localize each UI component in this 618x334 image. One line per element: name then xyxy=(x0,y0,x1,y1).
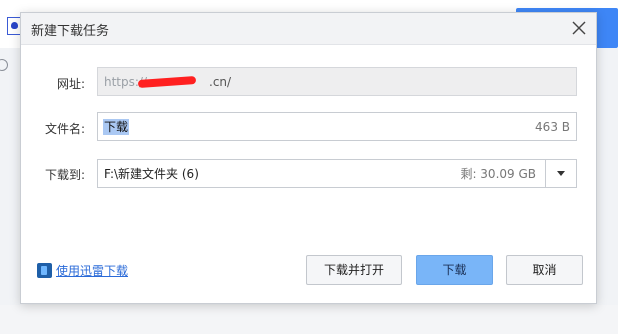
use-thunder-label[interactable]: 使用迅雷下载 xyxy=(56,262,128,279)
free-space: 剩: 30.09 GB xyxy=(460,167,536,181)
new-download-dialog: 新建下载任务 网址: https://.cn/ 文件名: 下载 463 B 下载… xyxy=(20,12,597,304)
saveto-dropdown-button[interactable] xyxy=(545,160,576,187)
cancel-button[interactable]: 取消 xyxy=(506,255,583,285)
background-page-area xyxy=(0,305,618,334)
saveto-path[interactable]: F:\新建文件夹 (6) xyxy=(104,166,199,182)
gear-icon xyxy=(0,59,8,71)
filename-label: 文件名: xyxy=(44,122,85,136)
file-size: 463 B xyxy=(535,120,570,134)
close-icon xyxy=(572,21,586,35)
saveto-field[interactable]: F:\新建文件夹 (6) 剩: 30.09 GB xyxy=(97,159,577,188)
download-and-open-button[interactable]: 下载并打开 xyxy=(306,255,402,285)
filename-field[interactable]: 下载 463 B xyxy=(97,112,577,141)
thunder-icon xyxy=(37,263,52,278)
filename-input[interactable]: 下载 xyxy=(103,119,130,135)
url-label: 网址: xyxy=(56,77,85,91)
saveto-label: 下载到: xyxy=(44,168,85,182)
dialog-title: 新建下载任务 xyxy=(31,24,110,39)
close-button[interactable] xyxy=(570,19,588,37)
dialog-titlebar: 新建下载任务 xyxy=(21,13,596,45)
use-thunder-link[interactable]: 使用迅雷下载 xyxy=(37,262,128,279)
url-field: https://.cn/ xyxy=(97,67,577,96)
download-button[interactable]: 下载 xyxy=(416,255,493,285)
